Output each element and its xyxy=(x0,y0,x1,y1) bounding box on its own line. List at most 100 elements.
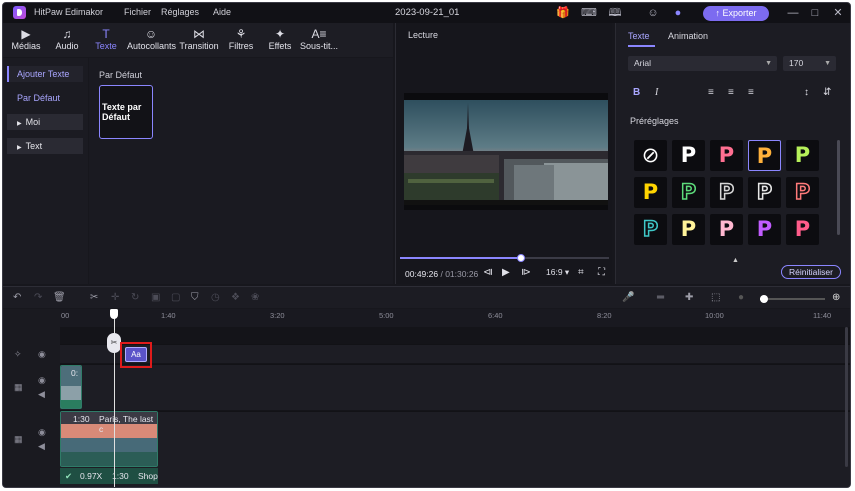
tab-texte[interactable]: T Texte xyxy=(93,27,119,55)
shield-icon[interactable]: ⛉ xyxy=(191,292,199,303)
preset-tile[interactable]: P xyxy=(672,177,705,208)
scissors-icon[interactable]: ✂ xyxy=(107,333,121,353)
fullscreen-icon[interactable]: ⛶ xyxy=(598,267,605,278)
preset-tile[interactable]: P xyxy=(786,140,819,171)
freeze-icon[interactable]: ▢ xyxy=(171,292,180,303)
undo-icon[interactable]: ↶ xyxy=(13,292,21,303)
eye-icon[interactable]: ◉ xyxy=(38,427,46,438)
zoom-out-icon[interactable]: ● xyxy=(738,292,744,303)
bold-button[interactable]: B xyxy=(633,87,640,98)
zoom-in-icon[interactable]: ⊕ xyxy=(832,292,840,303)
ruler-tick: 1:40 xyxy=(161,311,176,320)
preset-tile[interactable]: P xyxy=(710,140,743,171)
main-video-clip[interactable]: 1:30 Paris, The last c xyxy=(60,411,158,467)
preset-tile[interactable]: ⊘ xyxy=(634,140,667,171)
font-select[interactable]: Arial ▼ xyxy=(628,56,777,71)
italic-button[interactable]: I xyxy=(655,87,658,98)
zoom-slider[interactable] xyxy=(759,295,825,303)
timeline-scrollbar[interactable] xyxy=(845,327,848,467)
mask-icon[interactable]: ❖ xyxy=(231,292,240,303)
zoom-knob[interactable] xyxy=(759,295,768,303)
align-center-icon[interactable]: ≡ xyxy=(728,87,734,98)
menu-aide[interactable]: Aide xyxy=(213,7,231,17)
align-right-icon[interactable]: ≡ xyxy=(748,87,754,98)
speed-icon[interactable]: ◷ xyxy=(211,292,220,303)
keyboard-icon[interactable]: ⌨ xyxy=(581,6,597,20)
preset-tile[interactable]: P xyxy=(786,214,819,245)
next-frame-icon[interactable]: ⧐ xyxy=(521,267,531,278)
tab-medias[interactable]: ▶ Médias xyxy=(11,27,41,55)
play-icon[interactable]: ▶ xyxy=(502,267,510,278)
overlay-clip[interactable]: 0: xyxy=(60,365,82,409)
align-left-icon[interactable]: ≡ xyxy=(708,87,714,98)
aspect-ratio-select[interactable]: 16:9 ▾ xyxy=(546,267,569,278)
tab-sous-titres[interactable]: A≡ Sous-tit... xyxy=(299,27,339,55)
preset-tile[interactable]: P xyxy=(710,177,743,208)
link-icon[interactable]: ✚ xyxy=(685,292,693,303)
tab-effets[interactable]: ✦ Effets xyxy=(268,27,292,55)
presets-scrollbar[interactable] xyxy=(837,140,840,235)
tab-audio[interactable]: ♫ Audio xyxy=(53,27,81,55)
preset-tile[interactable]: P xyxy=(634,214,667,245)
mirror-icon[interactable]: ▣ xyxy=(151,292,160,303)
tab-animation[interactable]: Animation xyxy=(668,31,708,41)
nav-par-defaut[interactable]: Par Défaut xyxy=(7,90,83,106)
fit-icon[interactable]: ⬚ xyxy=(711,292,720,303)
playhead-handle[interactable] xyxy=(110,309,118,319)
timeline-ruler[interactable]: 00 1:40 3:20 5:00 6:40 8:20 10:00 11:40 xyxy=(60,309,850,327)
minimize-icon[interactable]: — xyxy=(786,6,800,20)
tab-texte-props[interactable]: Texte xyxy=(628,31,650,41)
book-icon[interactable]: 🕮 xyxy=(608,6,622,20)
eye-icon[interactable]: ◉ xyxy=(38,375,46,386)
pin-icon[interactable]: ✧ xyxy=(14,349,22,360)
delete-icon[interactable]: 🗑 xyxy=(53,292,66,303)
video-frame[interactable] xyxy=(404,93,608,210)
speaker-icon[interactable]: ◀ xyxy=(38,441,45,452)
close-icon[interactable]: ✕ xyxy=(831,6,845,20)
video-track-1[interactable] xyxy=(60,364,850,410)
collapse-caret-icon[interactable]: ▲ xyxy=(732,257,739,264)
crop-icon[interactable]: ⌗ xyxy=(578,267,584,278)
speaker-icon[interactable]: ◀ xyxy=(38,389,45,400)
preset-tile[interactable]: P xyxy=(710,214,743,245)
font-size-select[interactable]: 170 ▼ xyxy=(783,56,836,71)
tab-transition[interactable]: ⋈ Transition xyxy=(179,27,219,55)
maximize-icon[interactable]: □ xyxy=(808,6,822,20)
nav-text[interactable]: ▶ Text xyxy=(7,138,83,154)
tab-filtres[interactable]: ⚘ Filtres xyxy=(228,27,254,55)
eye-icon[interactable]: ◉ xyxy=(38,349,46,360)
menu-reglages[interactable]: Réglages xyxy=(161,7,199,17)
snap-icon[interactable]: ═ xyxy=(657,292,664,303)
split-icon[interactable]: ✂ xyxy=(90,292,98,303)
cart-icon[interactable]: ● xyxy=(671,6,685,20)
preset-texte-par-defaut[interactable]: Texte par Défaut xyxy=(99,85,153,139)
preset-tile[interactable]: P xyxy=(672,214,705,245)
preset-tile[interactable]: P xyxy=(672,140,705,171)
video-track-2[interactable] xyxy=(60,411,850,487)
tab-autocollants[interactable]: ☺ Autocollants xyxy=(127,27,176,55)
microphone-icon[interactable]: 🎤 xyxy=(622,292,634,303)
nav-ajouter-texte[interactable]: Ajouter Texte xyxy=(7,66,83,82)
nav-moi[interactable]: ▶ Moi xyxy=(7,114,83,130)
playback-progress[interactable] xyxy=(400,254,609,262)
export-button[interactable]: ↑ Exporter xyxy=(703,6,769,21)
progress-knob[interactable] xyxy=(517,254,526,262)
crop-tool-icon[interactable]: ✛ xyxy=(111,292,119,303)
color-icon[interactable]: ❀ xyxy=(251,292,259,303)
char-spacing-icon[interactable]: ↕ xyxy=(804,87,809,98)
preset-tile[interactable]: P xyxy=(748,177,781,208)
preset-tile[interactable]: P xyxy=(748,214,781,245)
user-icon[interactable]: ☺ xyxy=(646,6,660,20)
prev-frame-icon[interactable]: ⧏ xyxy=(483,267,493,278)
preset-tile[interactable]: P xyxy=(786,177,819,208)
preset-tile[interactable]: P xyxy=(634,177,667,208)
gift-icon[interactable]: 🎁 xyxy=(556,6,570,20)
rotate-icon[interactable]: ↻ xyxy=(131,292,139,303)
preset-tile[interactable]: P xyxy=(748,140,781,171)
reset-button[interactable]: Réinitialiser xyxy=(781,265,841,279)
menu-fichier[interactable]: Fichier xyxy=(124,7,151,17)
redo-icon[interactable]: ↷ xyxy=(34,292,42,303)
audio-strip[interactable]: ✔ 0.97X 1:30 Shop xyxy=(60,468,158,484)
line-spacing-icon[interactable]: ⇵ xyxy=(823,87,831,98)
text-track[interactable] xyxy=(60,344,850,363)
